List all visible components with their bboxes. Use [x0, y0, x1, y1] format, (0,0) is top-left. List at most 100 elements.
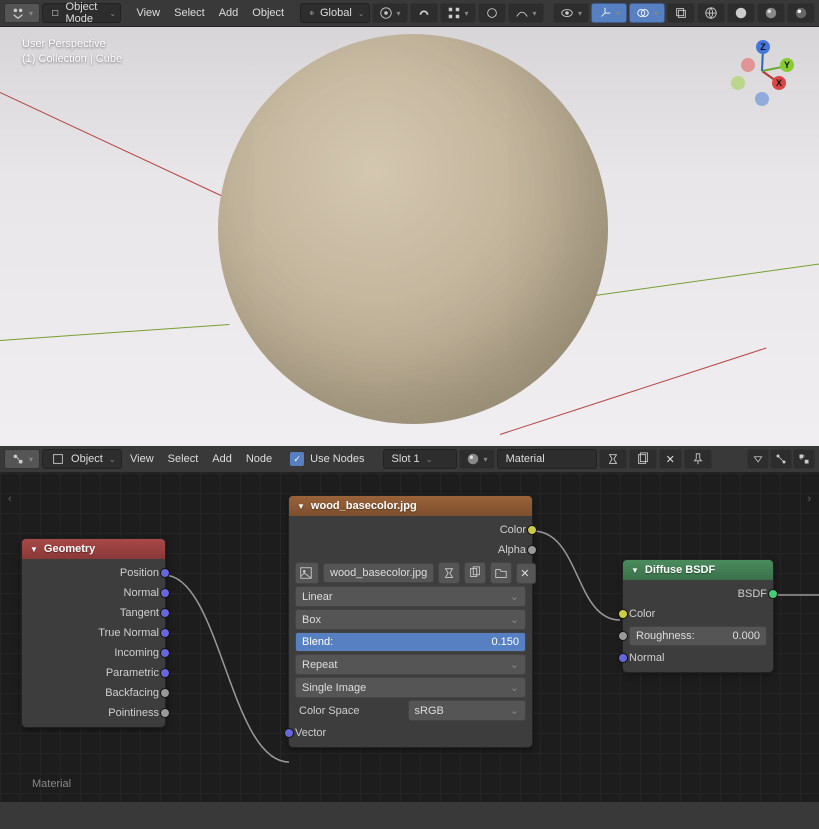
node-geometry[interactable]: ▼ Geometry Position Normal Tangent True …: [21, 538, 166, 728]
transform-orientation[interactable]: Global ⌄: [300, 3, 370, 23]
socket-label: True Normal: [98, 627, 159, 639]
image-name-field[interactable]: wood_basecolor.jpg: [323, 563, 434, 583]
menu-select[interactable]: Select: [168, 7, 211, 19]
open-file-icon[interactable]: [490, 562, 512, 584]
node-image-texture[interactable]: ▼ wood_basecolor.jpg Color Alpha wood_ba…: [288, 495, 533, 748]
gizmo-neg-icon[interactable]: [741, 58, 755, 72]
socket-label: Pointiness: [108, 707, 159, 719]
edge-color-to-color: [533, 531, 620, 620]
socket-label: Backfacing: [105, 687, 159, 699]
mode-label: Object Mode: [66, 1, 104, 25]
shader-type[interactable]: Object ⌄: [42, 449, 122, 469]
source-value: Single Image: [302, 682, 366, 694]
breadcrumb-chevron-right: ›: [807, 493, 811, 505]
gizmo-x-icon[interactable]: X: [772, 76, 786, 90]
slot-label: Slot 1: [392, 453, 420, 465]
roughness-field[interactable]: Roughness: 0.000: [629, 626, 767, 646]
new-material-button[interactable]: [629, 449, 657, 469]
colorspace-value: sRGB: [415, 705, 444, 717]
gizmo-y-icon[interactable]: Y: [780, 58, 794, 72]
roughness-value: 0.000: [732, 630, 760, 642]
menu-object[interactable]: Object: [246, 7, 290, 19]
shading-rendered[interactable]: [787, 3, 815, 23]
slot-selector[interactable]: Slot 1 ⌄: [383, 449, 457, 469]
node-title-label: Geometry: [44, 543, 95, 555]
blend-label: Blend:: [302, 636, 333, 648]
colorspace-field[interactable]: sRGB: [408, 700, 527, 721]
image-browser-icon[interactable]: [295, 562, 319, 584]
socket-label: Alpha: [498, 544, 526, 556]
projection-field[interactable]: Box: [295, 609, 526, 630]
fake-user-button[interactable]: [599, 449, 627, 469]
snap-toggle[interactable]: [410, 3, 438, 23]
proportional-toggle[interactable]: [478, 3, 506, 23]
socket-label: Color: [629, 608, 655, 620]
node-title[interactable]: ▼ wood_basecolor.jpg: [289, 496, 532, 516]
menu-add[interactable]: Add: [206, 453, 238, 465]
menu-view[interactable]: View: [124, 453, 160, 465]
node-title-label: wood_basecolor.jpg: [311, 500, 417, 512]
interpolation-field[interactable]: Linear: [295, 586, 526, 607]
projection-value: Box: [302, 614, 321, 626]
socket-label: Parametric: [106, 667, 159, 679]
image-name: wood_basecolor.jpg: [330, 567, 427, 579]
socket-label: Position: [120, 567, 159, 579]
extension-value: Repeat: [302, 659, 337, 671]
menu-node[interactable]: Node: [240, 453, 278, 465]
editor-type-selector[interactable]: ▾: [4, 3, 40, 23]
use-nodes-checkbox[interactable]: ✓: [290, 452, 304, 466]
roughness-label: Roughness:: [636, 630, 695, 642]
node-diffuse-bsdf[interactable]: ▼ Diffuse BSDF BSDF Color Roughness: 0.0…: [622, 559, 774, 673]
extension-field[interactable]: Repeat: [295, 654, 526, 675]
xray-toggle[interactable]: [667, 3, 695, 23]
node-wrangler-lazy[interactable]: [770, 449, 792, 469]
node-wrangler-frame[interactable]: [793, 449, 815, 469]
colorspace-label: Color Space: [295, 705, 404, 717]
proportional-falloff[interactable]: ▾: [508, 3, 544, 23]
node-title[interactable]: ▼ Geometry: [22, 539, 165, 559]
shading-lookdev[interactable]: [757, 3, 785, 23]
viewport-object-sphere[interactable]: [218, 34, 608, 424]
fake-user-icon[interactable]: [438, 562, 460, 584]
node-editor[interactable]: ▾ Object ⌄ View Select Add Node ✓ Use No…: [0, 446, 819, 802]
navigation-gizmo[interactable]: X Y Z: [727, 36, 797, 106]
gizmo-neg-icon[interactable]: [731, 76, 745, 90]
blend-value: 0.150: [491, 636, 519, 648]
pin-button[interactable]: [684, 449, 712, 469]
material-path-label: Material: [32, 778, 71, 790]
socket-label: Tangent: [120, 607, 159, 619]
object-visibility[interactable]: ▾: [553, 3, 589, 23]
shading-solid[interactable]: [727, 3, 755, 23]
perspective-label: User Perspective: [22, 38, 122, 50]
source-field[interactable]: Single Image: [295, 677, 526, 698]
material-name-field[interactable]: Material: [497, 449, 597, 469]
menu-view[interactable]: View: [130, 7, 166, 19]
pivot-selector[interactable]: ▾: [372, 3, 408, 23]
viewport-3d[interactable]: ▾ Object Mode ⌄ View Select Add Object G…: [0, 0, 819, 446]
duplicate-icon[interactable]: [464, 562, 486, 584]
collection-label: (1) Collection | Cube: [22, 53, 122, 65]
gizmo-z-icon[interactable]: Z: [756, 40, 770, 54]
reveal-button[interactable]: [747, 449, 769, 469]
material-browser[interactable]: ▾: [459, 449, 495, 469]
blend-field[interactable]: Blend: 0.150: [295, 632, 526, 652]
menu-add[interactable]: Add: [213, 7, 245, 19]
editor-type-selector[interactable]: ▾: [4, 449, 40, 469]
unlink-material-button[interactable]: ✕: [659, 449, 682, 469]
socket-label: Incoming: [114, 647, 159, 659]
gizmo-neg-icon[interactable]: [755, 92, 769, 106]
menu-select[interactable]: Select: [162, 453, 205, 465]
snap-element[interactable]: ▾: [440, 3, 476, 23]
axis-y-line-b: [595, 263, 819, 296]
node-title[interactable]: ▼ Diffuse BSDF: [623, 560, 773, 580]
gizmo-toggle[interactable]: ▾: [591, 3, 627, 23]
overlays-toggle[interactable]: ▾: [629, 3, 665, 23]
shading-wireframe[interactable]: [697, 3, 725, 23]
node-canvas[interactable]: ‹ › ▼ Geometry Position Normal Tangent T…: [0, 473, 819, 802]
breadcrumb-chevron-left: ‹: [8, 493, 12, 505]
use-nodes-label: Use Nodes: [306, 453, 370, 465]
material-name-label: Material: [506, 453, 545, 465]
socket-label: Vector: [295, 727, 326, 739]
unlink-image-icon[interactable]: ✕: [516, 563, 536, 584]
mode-selector[interactable]: Object Mode ⌄: [42, 3, 121, 23]
